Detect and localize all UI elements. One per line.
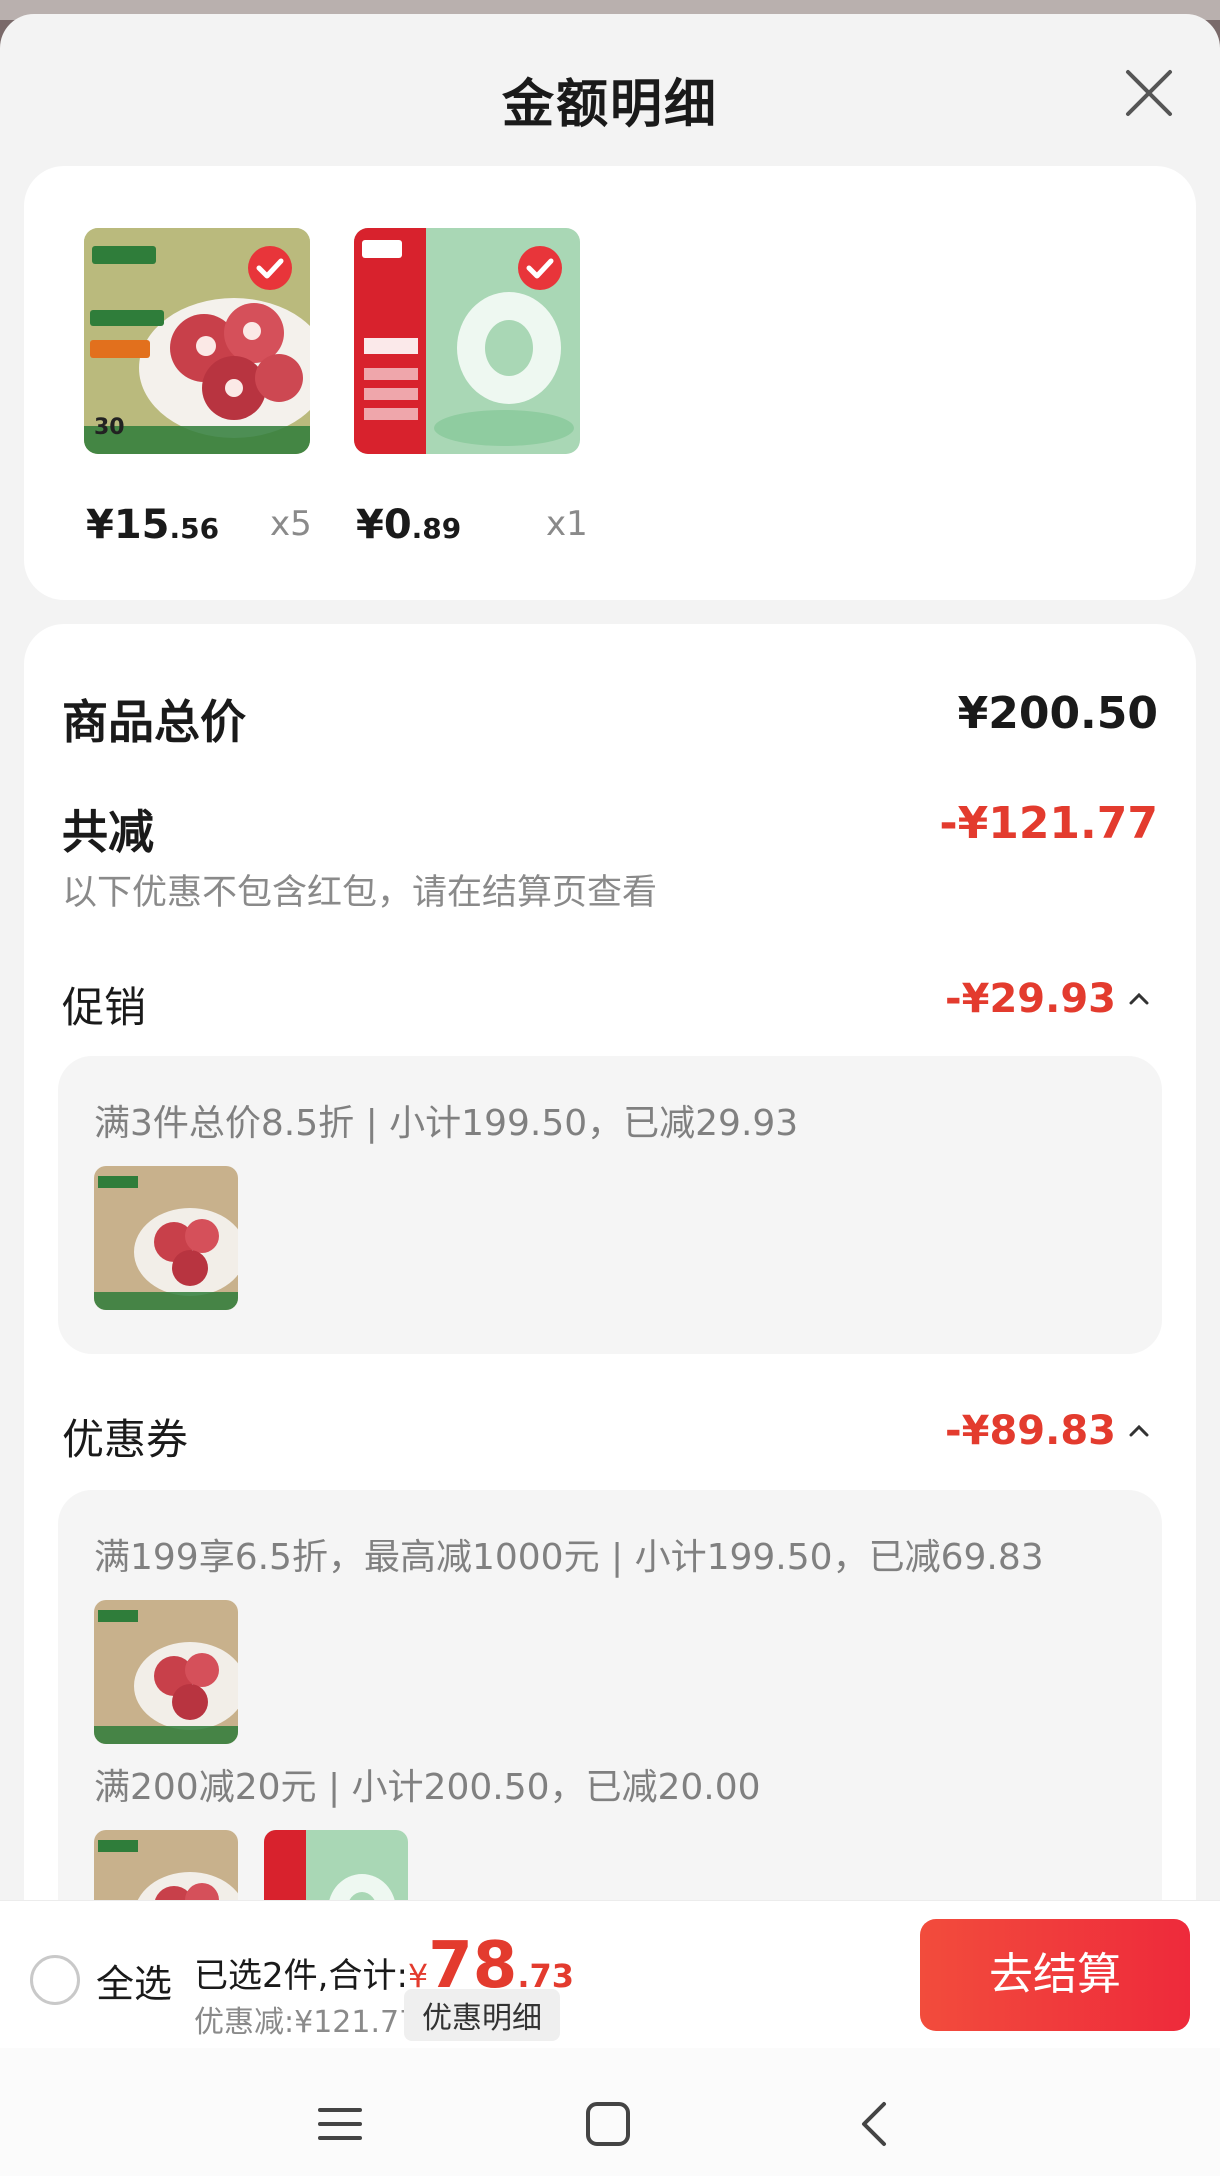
coupon-rule-2: 满200减20元 | 小计200.50，已减20.00	[94, 1767, 761, 1808]
promotion-value: -¥29.93	[945, 976, 1116, 1022]
promotion-product-thumbnail	[94, 1166, 238, 1310]
selected-count-text: 已选2件,合计:	[194, 1956, 408, 1996]
close-icon[interactable]	[1114, 58, 1184, 128]
menu-icon[interactable]	[312, 2096, 368, 2152]
back-icon[interactable]	[848, 2096, 904, 2152]
promotion-detail-box: 满3件总价8.5折 | 小计199.50，已减29.93	[58, 1056, 1162, 1354]
promotion-rule: 满3件总价8.5折 | 小计199.50，已减29.93	[94, 1103, 799, 1144]
price-integer: ¥0	[356, 502, 412, 548]
coupon-product-thumbnail	[94, 1600, 238, 1744]
svg-text:30: 30	[94, 415, 125, 440]
total-price-value: ¥200.50	[957, 688, 1158, 739]
discount-detail-button[interactable]: 优惠明细	[404, 1989, 560, 2041]
coupon-label: 优惠券	[62, 1415, 189, 1464]
price-decimal: .56	[169, 512, 220, 545]
discount-summary: 优惠减:¥121.77	[194, 2005, 419, 2040]
select-all-label[interactable]: 全选	[96, 1953, 172, 2008]
select-all-radio[interactable]	[30, 1955, 80, 2005]
price-decimal: .89	[411, 512, 462, 545]
chevron-up-icon	[1129, 1424, 1149, 1437]
total-reduction-value: -¥121.77	[939, 798, 1158, 849]
product-price: ¥0.89	[356, 502, 461, 548]
price-integer: ¥15	[86, 502, 170, 548]
promotion-toggle[interactable]: -¥29.93	[945, 976, 1152, 1022]
sheet-title: 金额明细	[501, 75, 718, 135]
product-thumbnail-tape[interactable]	[354, 228, 580, 454]
coupon-value: -¥89.83	[945, 1408, 1116, 1454]
coupon-rule-1: 满199享6.5折，最高减1000元 | 小计199.50，已减69.83	[94, 1537, 1044, 1578]
checkout-button[interactable]: 去结算	[920, 1919, 1190, 2031]
home-icon[interactable]	[580, 2096, 636, 2152]
product-quantity: x1	[546, 504, 588, 544]
amount-detail-sheet: 金额明细 30 ¥15.56 x5 ¥0.89 x1 商品总价 ¥200.50 …	[0, 14, 1220, 2176]
chevron-up-icon	[1129, 992, 1149, 1005]
checkmark-icon[interactable]	[516, 244, 564, 292]
total-price-label: 商品总价	[62, 695, 246, 749]
product-thumbnail-beef[interactable]: 30	[84, 228, 310, 454]
checkmark-icon[interactable]	[246, 244, 294, 292]
selected-products-card: 30 ¥15.56 x5 ¥0.89 x1	[24, 166, 1196, 600]
promotion-label: 促销	[62, 983, 147, 1032]
reduction-note: 以下优惠不包含红包，请在结算页查看	[62, 873, 658, 913]
checkout-bar: 全选 已选2件,合计:¥78.73 优惠减:¥121.77 优惠明细 去结算	[0, 1900, 1220, 2049]
product-price: ¥15.56	[86, 502, 219, 548]
total-reduction-label: 共减	[62, 805, 154, 859]
system-nav-bar	[0, 2048, 1220, 2176]
coupon-toggle[interactable]: -¥89.83	[945, 1408, 1152, 1454]
product-quantity: x5	[270, 504, 312, 544]
